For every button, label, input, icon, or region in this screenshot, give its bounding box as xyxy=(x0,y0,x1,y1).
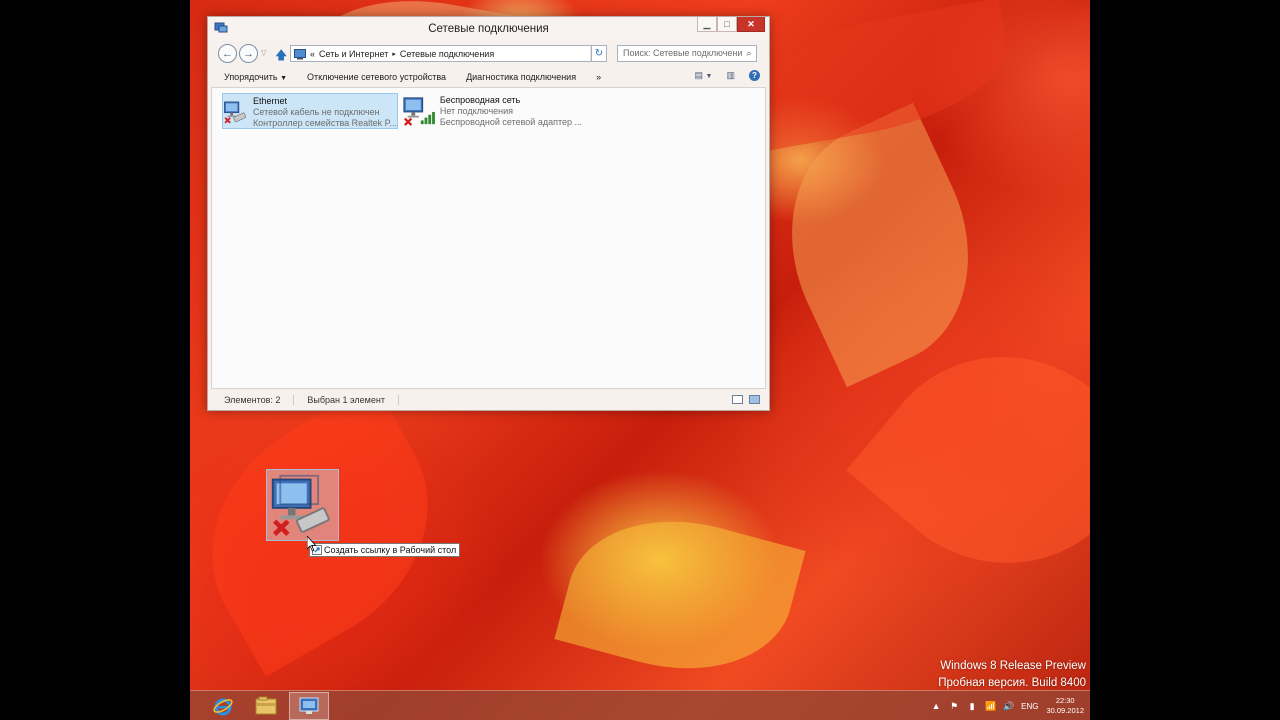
wallpaper-leaf xyxy=(742,0,1018,152)
breadcrumb-network-internet[interactable]: Сеть и Интернет xyxy=(319,49,388,59)
internet-explorer-icon xyxy=(213,698,233,716)
search-placeholder[interactable]: Поиск: Сетевые подключения xyxy=(623,46,742,61)
up-button[interactable]: 🡅 xyxy=(275,46,287,67)
organize-label: Упорядочить xyxy=(224,72,278,82)
close-icon: ✕ xyxy=(747,18,755,29)
breadcrumb-separator-icon[interactable]: ▸ xyxy=(392,50,396,58)
connection-ethernet[interactable]: Ethernet Сетевой кабель не подключен Кон… xyxy=(222,93,398,129)
connection-ethernet-details: Ethernet Сетевой кабель не подключен Кон… xyxy=(253,94,397,128)
address-prefix[interactable]: « xyxy=(310,49,315,59)
close-button[interactable]: ✕ xyxy=(737,17,765,32)
more-commands-button[interactable]: » xyxy=(586,72,611,82)
clock-date: 30.09.2012 xyxy=(1046,706,1084,715)
forward-button[interactable]: → xyxy=(239,44,258,63)
recent-locations-button[interactable]: ▽ xyxy=(261,49,266,57)
connection-status: Сетевой кабель не подключен xyxy=(252,107,380,117)
maximize-button[interactable]: □ xyxy=(717,17,737,32)
change-view-button[interactable]: ▤ ▼ xyxy=(695,70,713,81)
details-view-icon[interactable] xyxy=(732,395,743,404)
search-icon[interactable]: ⌕ xyxy=(742,46,756,61)
window-title: Сетевые подключения xyxy=(428,23,549,35)
view-options-icon: ▤ xyxy=(694,70,704,80)
title-bar[interactable]: Сетевые подключения ▁ □ ✕ xyxy=(208,17,769,41)
action-center-flag-icon[interactable]: ⚑ xyxy=(949,701,959,712)
navigation-bar: ← → ▽ 🡅 « Сеть и Интернет ▸ Сетевые подк… xyxy=(208,41,769,67)
minimize-button[interactable]: ▁ xyxy=(697,17,717,32)
clock[interactable]: 22:30 30.09.2012 xyxy=(1046,696,1084,716)
taskbar-network-connections[interactable] xyxy=(289,692,329,720)
refresh-icon: ↻ xyxy=(594,48,604,59)
window-controls: ▁ □ ✕ xyxy=(697,17,765,32)
dropdown-arrow-icon: ▼ xyxy=(705,73,713,80)
watermark-line-1: Windows 8 Release Preview xyxy=(940,660,1086,672)
connection-name: Ethernet xyxy=(252,96,287,106)
drag-tooltip: Создать ссылку в Рабочий стол xyxy=(309,543,461,557)
mouse-cursor-icon xyxy=(307,536,317,552)
network-connections-window: Сетевые подключения ▁ □ ✕ ← → ▽ 🡅 « Сеть… xyxy=(207,16,770,411)
show-hidden-icons-icon[interactable]: ▲ xyxy=(931,701,941,711)
network-status-icon[interactable]: 📶 xyxy=(985,701,996,712)
preview-pane-icon: ▥ xyxy=(726,70,735,80)
network-connections-icon xyxy=(299,697,319,714)
file-explorer-icon xyxy=(255,696,277,715)
items-count: Элементов: 2 xyxy=(224,395,281,405)
preview-pane-button[interactable]: ▥ xyxy=(726,70,735,81)
address-bar[interactable]: « Сеть и Интернет ▸ Сетевые подключения … xyxy=(290,45,605,62)
wireless-disconnected-icon xyxy=(403,97,435,126)
diagnose-connection-button[interactable]: Диагностика подключения xyxy=(456,72,586,82)
battery-icon[interactable]: ▮ xyxy=(967,701,977,712)
command-bar: Упорядочить ▼ Отключение сетевого устрой… xyxy=(211,67,766,87)
control-panel-icon xyxy=(294,48,306,59)
status-divider xyxy=(397,395,399,405)
connection-status: Нет подключения xyxy=(439,106,514,116)
refresh-button[interactable]: ↻ xyxy=(591,45,607,62)
maximize-icon: □ xyxy=(724,19,730,29)
build-watermark: Windows 8 Release Preview Пробная версия… xyxy=(938,658,1086,692)
disable-device-button[interactable]: Отключение сетевого устройства xyxy=(297,72,456,82)
arrow-left-icon: ← xyxy=(222,47,233,60)
connections-list: Ethernet Сетевой кабель не подключен Кон… xyxy=(211,87,766,389)
chevron-down-icon: ▽ xyxy=(261,50,267,57)
status-bar: Элементов: 2 Выбран 1 элемент xyxy=(211,393,766,407)
ethernet-disconnected-icon xyxy=(224,101,247,124)
help-icon: ? xyxy=(752,71,757,80)
organize-button[interactable]: Упорядочить ▼ xyxy=(211,72,297,82)
drag-ghost xyxy=(266,469,339,541)
arrow-right-icon: → xyxy=(243,47,254,60)
connection-wireless[interactable]: Беспроводная сеть Нет подключения Беспро… xyxy=(402,93,582,129)
drag-tooltip-text: Создать ссылку в Рабочий стол xyxy=(324,545,457,555)
help-button[interactable]: ? xyxy=(749,70,760,81)
breadcrumb-network-connections[interactable]: Сетевые подключения xyxy=(400,49,494,59)
taskbar: ▲ ⚑ ▮ 📶 🔊 ENG 22:30 30.09.2012 xyxy=(190,690,1090,720)
dropdown-arrow-icon: ▼ xyxy=(280,75,288,82)
arrow-up-icon: 🡅 xyxy=(275,48,288,62)
view-controls: ▤ ▼ ▥ ? xyxy=(695,70,760,81)
volume-icon[interactable]: 🔊 xyxy=(1003,701,1014,712)
connection-wireless-details: Беспроводная сеть Нет подключения Беспро… xyxy=(440,93,582,129)
view-switcher xyxy=(732,395,760,404)
selected-count: Выбран 1 элемент xyxy=(307,395,385,405)
connection-adapter: Беспроводной сетевой адаптер ... xyxy=(439,117,582,127)
connection-adapter: Контроллер семейства Realtek P... xyxy=(252,118,397,128)
taskbar-file-explorer[interactable] xyxy=(246,692,286,720)
system-tray: ▲ ⚑ ▮ 📶 🔊 ENG 22:30 30.09.2012 xyxy=(931,691,1084,720)
wallpaper-leaf xyxy=(554,494,806,696)
taskbar-internet-explorer[interactable] xyxy=(203,692,243,720)
language-indicator[interactable]: ENG xyxy=(1021,702,1038,711)
minimize-icon: ▁ xyxy=(703,18,711,29)
back-button[interactable]: ← xyxy=(218,44,237,63)
connection-name: Беспроводная сеть xyxy=(439,95,521,105)
search-box[interactable]: Поиск: Сетевые подключения ⌕ xyxy=(617,45,757,62)
clock-time: 22:30 xyxy=(1055,696,1075,705)
large-icons-view-icon[interactable] xyxy=(749,395,760,404)
ethernet-disconnected-icon xyxy=(271,474,330,537)
